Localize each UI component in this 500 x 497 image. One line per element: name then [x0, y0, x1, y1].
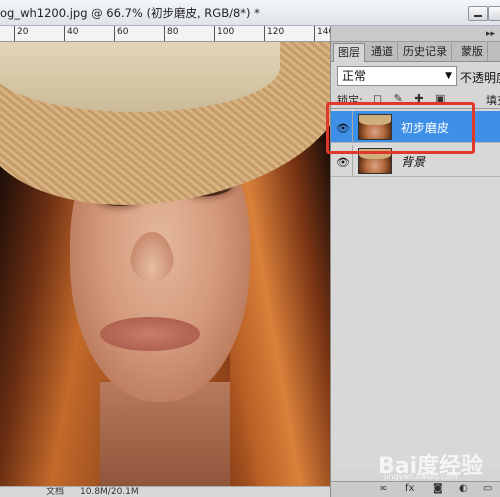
ruler-label: 20 — [14, 26, 28, 41]
fx-icon[interactable]: fx — [405, 483, 414, 494]
status-bar: 文档 10.8M/20.1M — [0, 486, 330, 497]
ruler-label: 120 — [264, 26, 284, 41]
layer-thumbnail — [358, 114, 392, 140]
layer-name: 初步磨皮 — [401, 121, 450, 135]
panel-tabs: 图层 通道 历史记录 蒙版 — [331, 42, 500, 62]
tab-history[interactable]: 历史记录 — [399, 43, 452, 62]
panel-footer: ∞ fx ◙ ◐ ▭ — [331, 481, 500, 497]
tab-layers[interactable]: 图层 — [333, 43, 365, 62]
layer-row[interactable]: 👁 背景 — [331, 145, 500, 177]
lock-label: 锁定: — [337, 94, 363, 107]
visibility-toggle[interactable]: 👁 — [331, 145, 353, 177]
mask-icon[interactable]: ◙ — [433, 483, 443, 494]
collapse-icon[interactable]: ▸▸ — [486, 29, 495, 39]
blend-mode-select[interactable]: 正常 ▼ — [337, 66, 457, 86]
ruler-label: 100 — [214, 26, 234, 41]
horizontal-ruler[interactable]: 20 40 60 80 100 120 140 — [0, 26, 330, 42]
ruler-label: 80 — [164, 26, 178, 41]
opacity-label: 不透明度 — [460, 71, 500, 85]
ruler-label: 140 — [314, 26, 330, 41]
status-doc-size: 10.8M/20.1M — [80, 487, 139, 497]
photo-lips — [100, 317, 200, 351]
photo-nose — [130, 232, 174, 282]
layers-panel: ▸▸ 图层 通道 历史记录 蒙版 正常 ▼ 不透明度 锁定: ◻ ✎ ✚ ▣ 填… — [330, 26, 500, 497]
restore-button[interactable] — [488, 6, 500, 21]
blend-mode-value: 正常 — [342, 69, 367, 83]
tab-channels[interactable]: 通道 — [367, 43, 398, 62]
eye-icon: 👁 — [336, 156, 350, 169]
ruler-label: 40 — [64, 26, 78, 41]
tab-masks[interactable]: 蒙版 — [457, 43, 488, 62]
adjustment-icon[interactable]: ◐ — [459, 483, 468, 494]
document-canvas[interactable] — [0, 42, 330, 497]
layer-name: 背景 — [401, 155, 426, 169]
photo-hair-right — [230, 142, 330, 497]
layer-row[interactable]: 👁 初步磨皮 — [331, 111, 500, 143]
chevron-down-icon: ▼ — [445, 71, 452, 81]
link-icon[interactable]: ∞ — [379, 483, 387, 494]
panel-header: ▸▸ — [331, 26, 500, 42]
layer-thumbnail — [358, 148, 392, 174]
minimize-button[interactable] — [468, 6, 488, 21]
visibility-toggle[interactable]: 👁 — [331, 111, 353, 143]
ruler-label: 60 — [114, 26, 128, 41]
layers-list: 👁 初步磨皮 👁 背景 — [331, 108, 500, 468]
lock-icons[interactable]: ◻ ✎ ✚ ▣ — [373, 92, 449, 105]
eye-icon: 👁 — [336, 122, 350, 135]
document-title: og_wh1200.jpg @ 66.7% (初步磨皮, RGB/8*) * — [0, 6, 260, 20]
folder-icon[interactable]: ▭ — [483, 483, 492, 494]
title-bar: og_wh1200.jpg @ 66.7% (初步磨皮, RGB/8*) * — [0, 0, 500, 26]
fill-label: 填充 — [486, 94, 500, 107]
status-doc-label: 文档 — [46, 487, 65, 497]
